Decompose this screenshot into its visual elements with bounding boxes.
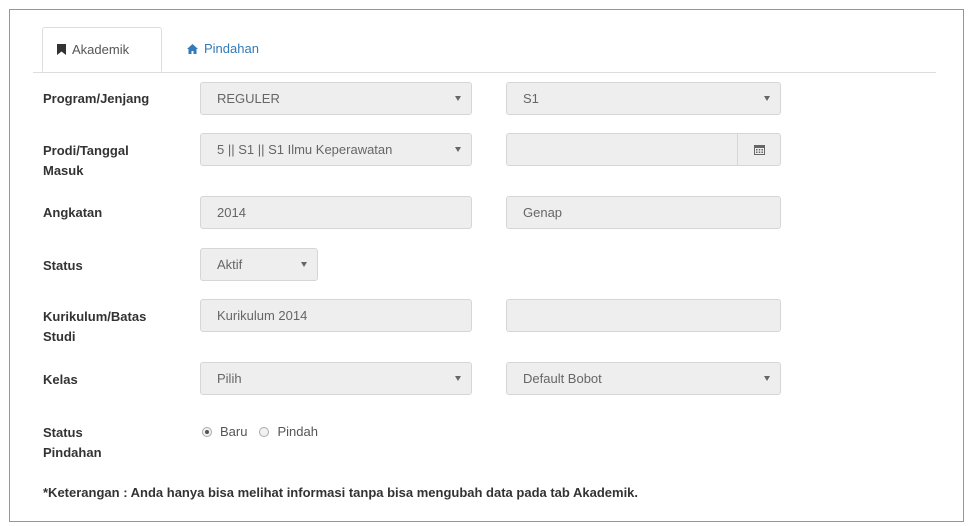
bookmark-icon	[57, 44, 66, 55]
status-select-value: Aktif	[217, 257, 243, 272]
kelas-label: Kelas	[43, 372, 78, 387]
program-select-value: REGULER	[217, 91, 280, 106]
kelas-select[interactable]: Pilih	[200, 362, 472, 395]
status-pindahan-label-line2: Pindahan	[43, 445, 102, 460]
chevron-down-icon	[455, 376, 461, 381]
chevron-down-icon	[301, 262, 307, 267]
chevron-down-icon	[764, 96, 770, 101]
kelas-select-value: Pilih	[217, 371, 242, 386]
radio-pindah[interactable]	[259, 426, 270, 437]
jenjang-select-value: S1	[523, 91, 539, 106]
tanggal-masuk-input[interactable]	[506, 133, 781, 166]
info-note: *Keterangan : Anda hanya bisa melihat in…	[43, 485, 639, 500]
form-panel	[9, 9, 964, 522]
status-pindahan-radio-group: Baru Pindah	[202, 424, 318, 439]
tab-bar: Akademik Pindahan	[33, 19, 936, 73]
program-jenjang-label: Program/Jenjang	[43, 91, 150, 106]
prodi-tanggal-label-line1: Prodi/Tanggal	[43, 143, 129, 158]
bobot-select-value: Default Bobot	[523, 371, 602, 386]
status-pindahan-label: Status Pindahan	[43, 423, 102, 463]
status-select[interactable]: Aktif	[200, 248, 318, 281]
kurikulum-input: Kurikulum 2014	[200, 299, 472, 332]
prodi-select[interactable]: 5 || S1 || S1 Ilmu Keperawatan	[200, 133, 472, 166]
semester-value: Genap	[523, 205, 563, 220]
radio-baru-label[interactable]: Baru	[220, 424, 247, 439]
prodi-select-value: 5 || S1 || S1 Ilmu Keperawatan	[217, 142, 393, 157]
prodi-tanggal-label-line2: Masuk	[43, 163, 84, 178]
tab-pindahan[interactable]: Pindahan	[173, 27, 273, 71]
angkatan-label: Angkatan	[43, 205, 103, 220]
angkatan-input: 2014	[200, 196, 472, 229]
kurikulum-label-line1: Kurikulum/Batas	[43, 309, 147, 324]
semester-input: Genap	[506, 196, 781, 229]
kurikulum-value: Kurikulum 2014	[217, 308, 308, 323]
tab-akademik[interactable]: Akademik	[42, 27, 162, 72]
kurikulum-label: Kurikulum/Batas Studi	[43, 307, 146, 347]
angkatan-value: 2014	[217, 205, 246, 220]
chevron-down-icon	[764, 376, 770, 381]
jenjang-select[interactable]: S1	[506, 82, 781, 115]
tab-akademik-label: Akademik	[72, 41, 130, 57]
status-pindahan-label-line1: Status	[43, 425, 83, 440]
batas-studi-input	[506, 299, 781, 332]
bobot-select[interactable]: Default Bobot	[506, 362, 781, 395]
prodi-tanggal-label: Prodi/Tanggal Masuk	[43, 141, 129, 181]
chevron-down-icon	[455, 147, 461, 152]
status-label: Status	[43, 258, 83, 273]
program-select[interactable]: REGULER	[200, 82, 472, 115]
calendar-icon[interactable]	[737, 134, 780, 165]
kurikulum-label-line2: Studi	[43, 329, 76, 344]
tab-pindahan-label: Pindahan	[204, 41, 259, 56]
radio-baru[interactable]	[202, 426, 212, 437]
radio-pindah-label[interactable]: Pindah	[277, 424, 317, 439]
chevron-down-icon	[455, 96, 461, 101]
home-icon	[187, 44, 198, 54]
